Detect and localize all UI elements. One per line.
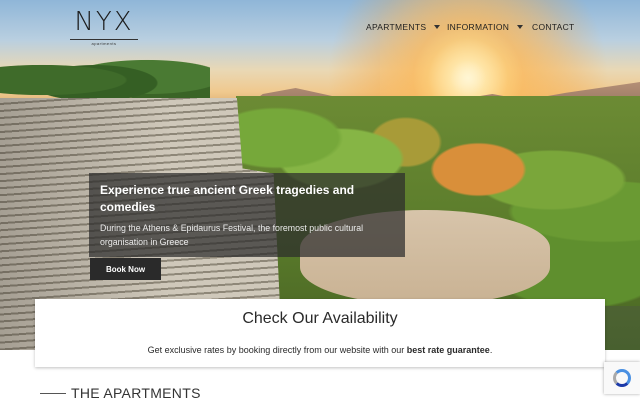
nav-item-information[interactable]: INFORMATION	[447, 22, 532, 32]
logo-mark: NYX	[74, 7, 134, 37]
nav-item-apartments[interactable]: APARTMENTS	[366, 22, 447, 32]
book-now-button[interactable]: Book Now	[90, 258, 161, 280]
availability-text-prefix: Get exclusive rates by booking directly …	[147, 345, 407, 355]
recaptcha-icon	[613, 369, 631, 387]
nav-label: CONTACT	[532, 22, 575, 32]
best-rate-guarantee: best rate guarantee	[406, 345, 490, 355]
recaptcha-badge[interactable]	[604, 362, 640, 394]
availability-box: Check Our Availability Get exclusive rat…	[35, 299, 605, 367]
promo-title: Experience true ancient Greek tragedies …	[100, 183, 355, 214]
availability-title: Check Our Availability	[242, 310, 398, 327]
chevron-down-icon	[517, 25, 524, 29]
nav-item-contact[interactable]: CONTACT	[532, 22, 575, 32]
section-divider	[40, 393, 66, 394]
section-title-apartments: THE APARTMENTS	[71, 385, 201, 401]
promo-text: During the Athens & Epidaurus Festival, …	[100, 223, 364, 247]
nav-label: APARTMENTS	[366, 22, 427, 32]
main-nav: APARTMENTS INFORMATION CONTACT	[366, 22, 575, 32]
site-logo[interactable]: NYX apartments	[70, 8, 138, 46]
logo-divider	[70, 39, 138, 40]
logo-subtitle: apartments	[91, 41, 117, 46]
availability-text: Get exclusive rates by booking directly …	[35, 345, 605, 355]
chevron-down-icon	[434, 25, 441, 29]
nav-label: INFORMATION	[447, 22, 510, 32]
hero-promo-card: Experience true ancient Greek tragedies …	[89, 173, 405, 257]
availability-text-suffix: .	[489, 345, 493, 355]
